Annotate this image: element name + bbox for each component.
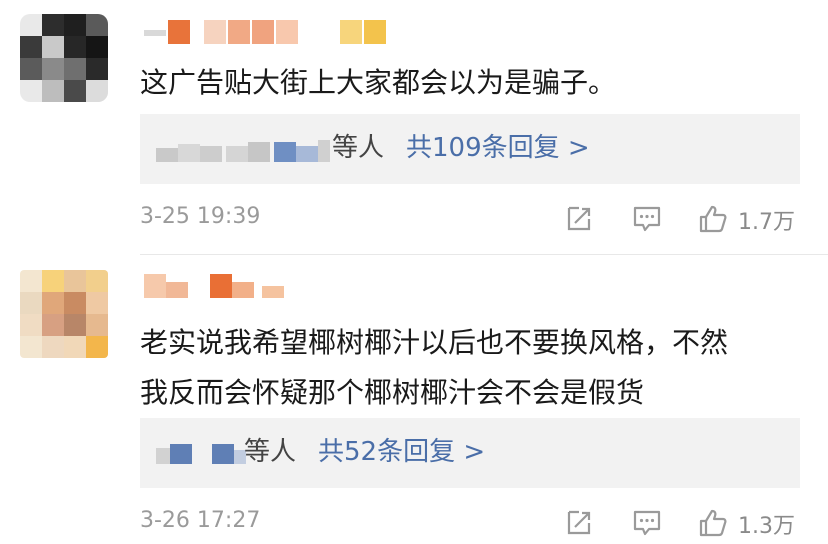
avatar[interactable] [20,270,108,358]
comment-text: 老实说我希望椰树椰汁以后也不要换风格，不然 我反而会怀疑那个椰树椰汁会不会是假货 [140,318,800,418]
reply-users-suffix: 等人 [244,437,297,467]
reply-users-suffix: 等人 [332,133,385,163]
comment-icon[interactable] [632,204,662,234]
thumbs-up-icon[interactable] [698,204,728,234]
comment-item: 老实说我希望椰树椰汁以后也不要换风格，不然 我反而会怀疑那个椰树椰汁会不会是假货… [0,256,828,539]
comment-text-line: 我反而会怀疑那个椰树椰汁会不会是假货 [140,376,645,409]
like-count: 1.3万 [738,514,795,539]
comment-meta: 3-25 19:39 1.7万 [140,200,804,240]
reply-users-mosaic [156,140,336,164]
avatar[interactable] [20,14,108,102]
comment-text: 这广告贴大街上大家都会以为是骗子。 [140,66,617,99]
timestamp: 3-25 19:39 [140,204,261,229]
share-icon[interactable] [564,204,594,234]
reply-users-mosaic [156,442,246,466]
view-replies-link[interactable]: 共109条回复 > [406,132,590,164]
reply-preview[interactable]: 等人 共109条回复 > [140,114,800,184]
username-mosaic[interactable] [144,20,404,44]
comment-meta: 3-26 17:27 1.3万 [140,504,804,544]
comment-text-line: 老实说我希望椰树椰汁以后也不要换风格，不然 [140,326,729,359]
like-count: 1.7万 [738,210,795,235]
comment-divider [140,254,828,255]
thumbs-up-icon[interactable] [698,508,728,538]
username-mosaic[interactable] [144,274,304,298]
reply-preview[interactable]: 等人 共52条回复 > [140,418,800,488]
comment-item: 这广告贴大街上大家都会以为是骗子。 等人 共109条回复 > 3-25 19:3… [0,0,828,256]
timestamp: 3-26 17:27 [140,508,261,533]
comment-icon[interactable] [632,508,662,538]
view-replies-link[interactable]: 共52条回复 > [318,436,485,468]
share-icon[interactable] [564,508,594,538]
